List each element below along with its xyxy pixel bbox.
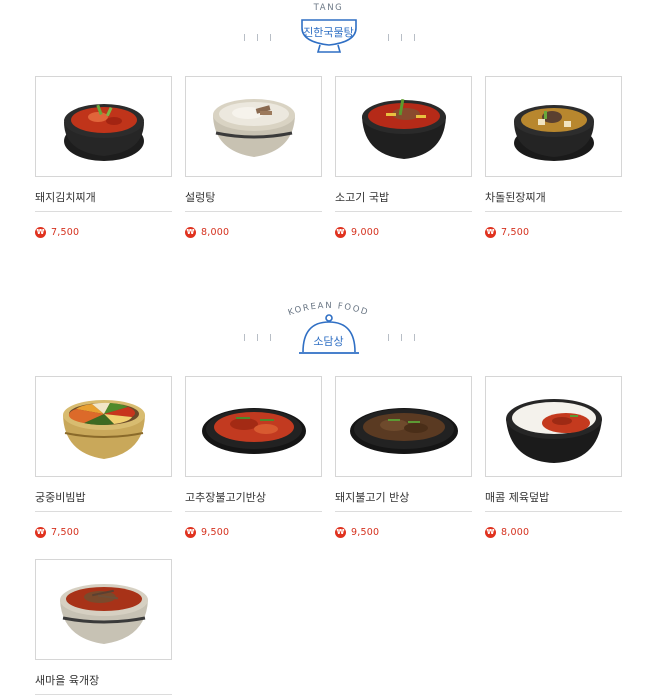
won-currency-icon: ₩	[35, 227, 46, 238]
divider	[35, 694, 172, 695]
divider	[35, 211, 172, 212]
section-header-tang: TANG 진한국물탕	[0, 0, 657, 60]
menu-card[interactable]: 소고기 국밥 ₩ 9,000	[335, 76, 472, 238]
food-thumbnail[interactable]	[35, 376, 172, 477]
divider	[485, 511, 622, 512]
jeyuk-rice-icon	[506, 399, 602, 463]
menu-card[interactable]: 매콤 제육덮밥 ₩ 8,000	[485, 376, 622, 538]
menu-item-name: 돼지김치찌개	[35, 191, 96, 204]
menu-item-name: 돼지불고기 반상	[335, 491, 410, 504]
price-row: ₩ 9,500	[185, 527, 229, 538]
divider	[185, 211, 322, 212]
menu-card[interactable]: 차돌된장찌개 ₩ 7,500	[485, 76, 622, 238]
won-currency-icon: ₩	[335, 227, 346, 238]
menu-card[interactable]: 궁중비빔밥 ₩ 7,500	[35, 376, 172, 538]
price-row: ₩ 7,500	[485, 227, 529, 238]
pork-bulgogi-icon	[350, 408, 458, 454]
menu-item-price: 7,500	[51, 527, 80, 538]
yukgaejang-icon	[60, 584, 148, 644]
menu-item-name: 고추장불고기반상	[185, 491, 266, 504]
price-row: ₩ 8,000	[185, 227, 229, 238]
menu-card[interactable]: 설렁탕 ₩ 8,000	[185, 76, 322, 238]
menu-item-price: 7,500	[51, 227, 80, 238]
food-thumbnail[interactable]	[35, 559, 172, 660]
beef-gukbap-icon	[362, 98, 446, 159]
menu-item-price: 7,500	[501, 227, 530, 238]
menu-card[interactable]: 돼지불고기 반상 ₩ 9,500	[335, 376, 472, 538]
section-subtitle: TANG	[313, 3, 344, 13]
won-currency-icon: ₩	[185, 527, 196, 538]
section-title: 소담상	[313, 335, 344, 348]
food-thumbnail[interactable]	[485, 76, 622, 177]
divider	[485, 211, 622, 212]
menu-item-name: 매콤 제육덮밥	[485, 491, 550, 504]
section-title: 진한국물탕	[303, 26, 354, 39]
gochujang-bulgogi-icon	[202, 408, 306, 454]
price-row: ₩ 9,000	[335, 227, 379, 238]
menu-item-price: 8,000	[501, 527, 530, 538]
menu-card[interactable]: 돼지김치찌개 ₩ 7,500	[35, 76, 172, 238]
food-thumbnail[interactable]	[335, 76, 472, 177]
food-thumbnail[interactable]	[35, 76, 172, 177]
won-currency-icon: ₩	[485, 227, 496, 238]
menu-card[interactable]: 새마을 육개장	[35, 559, 172, 695]
menu-item-name: 궁중비빔밥	[35, 491, 86, 504]
divider	[35, 511, 172, 512]
won-currency-icon: ₩	[35, 527, 46, 538]
menu-item-name: 소고기 국밥	[335, 191, 390, 204]
section-header-korean-food: KOREAN FOOD 소담상	[0, 300, 657, 360]
food-thumbnail[interactable]	[485, 376, 622, 477]
menu-card[interactable]: 고추장불고기반상 ₩ 9,500	[185, 376, 322, 538]
menu-item-price: 9,000	[351, 227, 380, 238]
won-currency-icon: ₩	[185, 227, 196, 238]
divider	[335, 511, 472, 512]
divider	[335, 211, 472, 212]
won-currency-icon: ₩	[485, 527, 496, 538]
food-thumbnail[interactable]	[185, 376, 322, 477]
price-row: ₩ 8,000	[485, 527, 529, 538]
price-row: ₩ 9,500	[335, 527, 379, 538]
seolleongtang-icon	[213, 99, 295, 157]
doenjang-stew-icon	[514, 105, 594, 161]
menu-item-price: 9,500	[201, 527, 230, 538]
menu-item-price: 9,500	[351, 527, 380, 538]
menu-item-name: 설렁탕	[185, 191, 216, 204]
divider	[185, 511, 322, 512]
menu-item-name: 새마을 육개장	[35, 674, 100, 687]
food-thumbnail[interactable]	[335, 376, 472, 477]
menu-item-name: 차돌된장찌개	[485, 191, 546, 204]
won-currency-icon: ₩	[335, 527, 346, 538]
bibimbap-icon	[63, 400, 145, 459]
price-row: ₩ 7,500	[35, 527, 79, 538]
price-row: ₩ 7,500	[35, 227, 79, 238]
food-thumbnail[interactable]	[185, 76, 322, 177]
kimchi-stew-icon	[64, 104, 144, 161]
menu-item-price: 8,000	[201, 227, 230, 238]
